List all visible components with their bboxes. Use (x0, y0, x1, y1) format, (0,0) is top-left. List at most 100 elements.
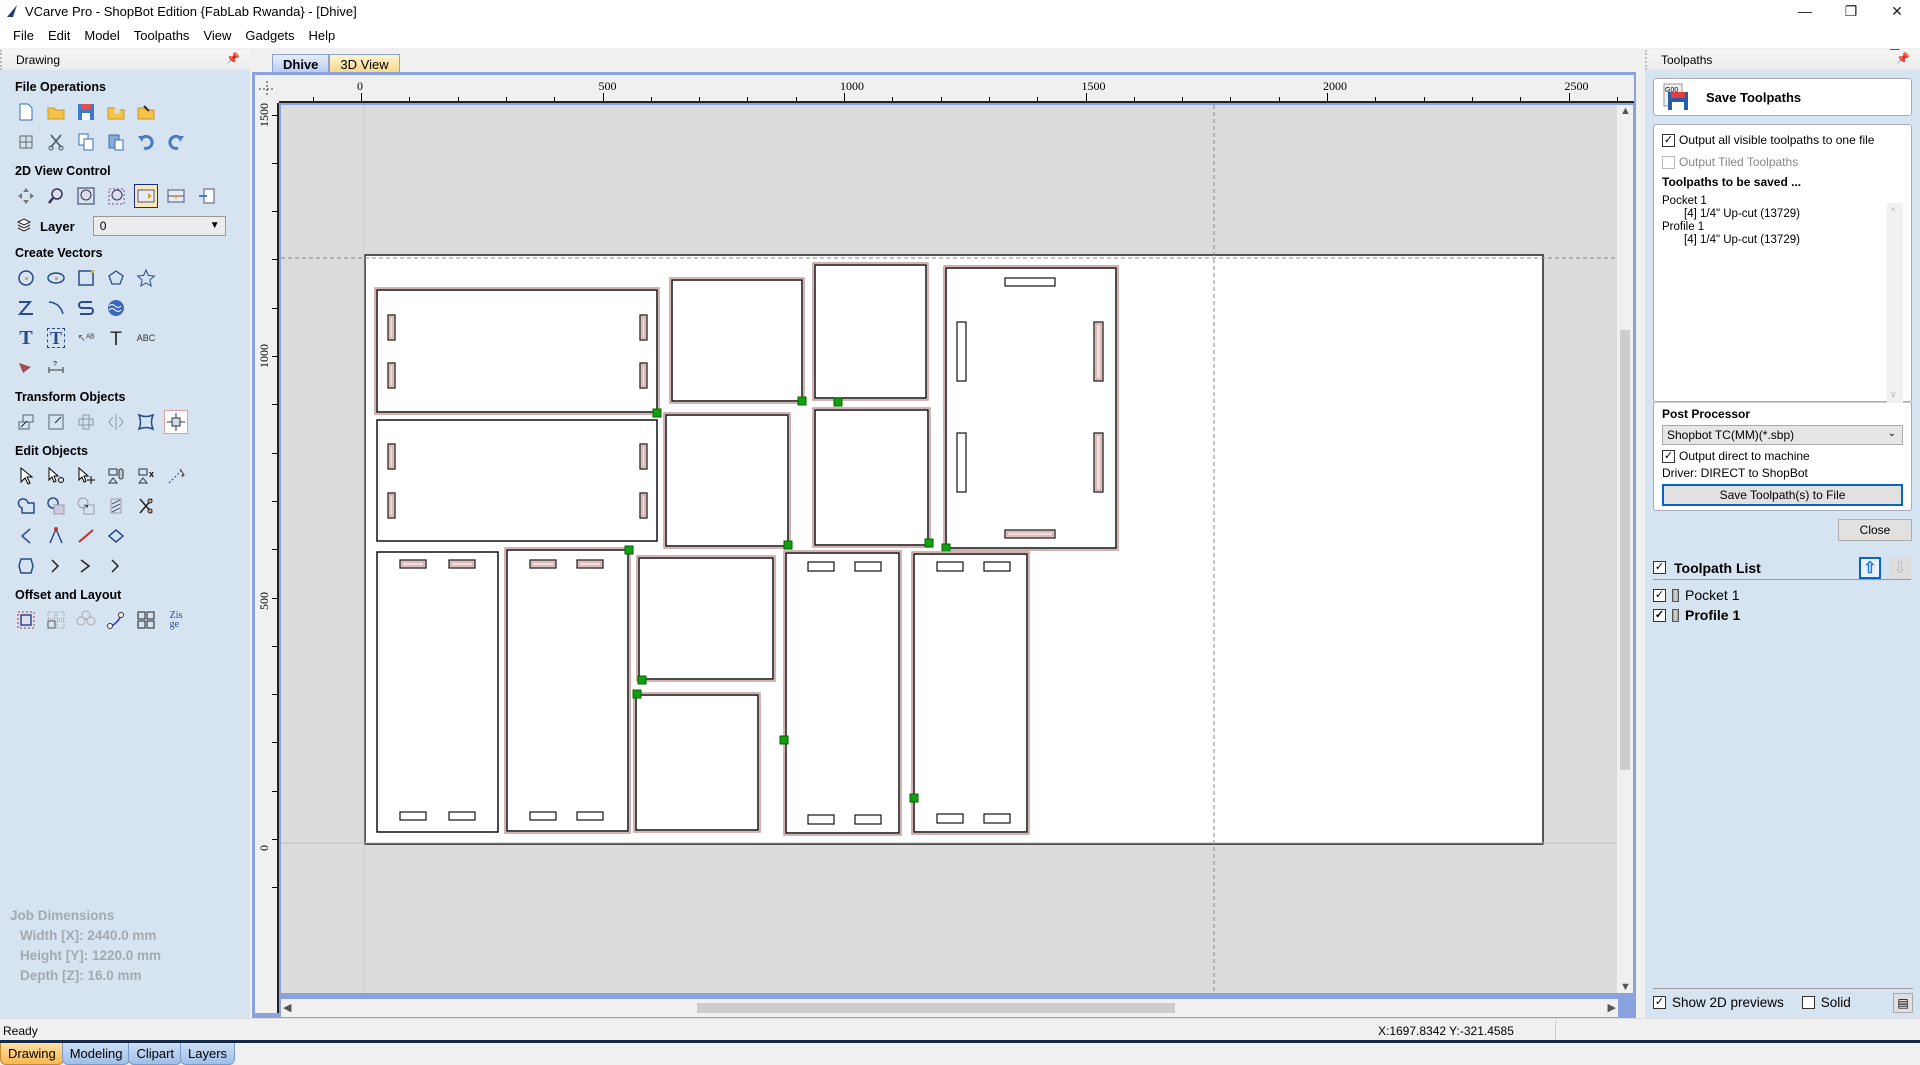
vertical-scrollbar[interactable]: ▲ ▼ (1617, 105, 1633, 993)
draw-polyline-icon[interactable] (14, 296, 38, 320)
new-file-icon[interactable] (14, 100, 38, 124)
fillet-icon[interactable] (104, 494, 128, 518)
design-svg[interactable] (281, 105, 1618, 993)
preview-settings-icon[interactable]: ▤ (1893, 992, 1913, 1013)
text-nesting-icon[interactable]: Zis ge (164, 608, 188, 632)
auto-layout-text-icon[interactable]: T (44, 326, 68, 350)
pan-icon[interactable] (14, 184, 38, 208)
draw-rectangle-icon[interactable] (74, 266, 98, 290)
array-copy-icon[interactable] (44, 608, 68, 632)
set-origin-icon[interactable] (164, 410, 188, 434)
output-all-option[interactable]: ✓ Output all visible toolpaths to one fi… (1662, 129, 1903, 151)
horizontal-scroll-thumb[interactable] (697, 1003, 1175, 1013)
smart-join-icon[interactable] (104, 524, 128, 548)
post-processor-dropdown[interactable]: Shopbot TC(MM)(*.sbp) ⌄ (1662, 425, 1903, 445)
chevron-up-icon[interactable]: ^ (1891, 205, 1895, 218)
draw-curve-icon[interactable] (74, 296, 98, 320)
menu-toolpaths[interactable]: Toolpaths (127, 28, 197, 43)
open-recent-icon[interactable] (104, 100, 128, 124)
layer-dropdown[interactable]: 0 ▼ (92, 216, 226, 236)
draw-arc-icon[interactable] (44, 296, 68, 320)
toggle-panel-icon[interactable] (194, 184, 218, 208)
scroll-left-icon[interactable]: ◀ (283, 1001, 291, 1014)
save-list-scrollbar[interactable]: ^ v (1887, 203, 1903, 403)
create-fillets-icon[interactable] (14, 554, 38, 578)
menu-help[interactable]: Help (302, 28, 343, 43)
toolpath-checkbox[interactable]: ✓ (1653, 608, 1666, 622)
move-down-icon[interactable]: ⇩ (1889, 556, 1911, 579)
scroll-right-icon[interactable]: ▶ (1608, 1001, 1616, 1014)
horizontal-scrollbar[interactable]: ◀ ▶ (281, 999, 1618, 1017)
maximize-button[interactable]: ❐ (1828, 0, 1874, 22)
draw-circle-icon[interactable] (14, 266, 38, 290)
menu-model[interactable]: Model (77, 28, 126, 43)
scroll-up-icon[interactable]: ▲ (1620, 105, 1631, 117)
extend-to-icon[interactable] (74, 554, 98, 578)
chevron-down-icon[interactable]: v (1891, 388, 1896, 401)
menu-edit[interactable]: Edit (41, 28, 77, 43)
text-arc-icon[interactable]: ABC (134, 326, 158, 350)
distort-icon[interactable] (134, 410, 158, 434)
select-all-icon[interactable] (14, 130, 38, 154)
select-pointer-icon[interactable] (14, 464, 38, 488)
node-edit-icon[interactable] (44, 464, 68, 488)
redo-icon[interactable] (164, 130, 188, 154)
measure-icon[interactable]: ? (44, 356, 68, 380)
trim-icon[interactable] (134, 494, 158, 518)
output-direct-option[interactable]: ✓ Output direct to machine (1662, 447, 1903, 465)
move-icon[interactable] (14, 410, 38, 434)
open-file-icon[interactable] (44, 100, 68, 124)
pin-icon[interactable]: 📌 (1896, 52, 1910, 65)
copy-along-vectors-icon[interactable] (104, 608, 128, 632)
pin-icon[interactable]: 📌 (226, 52, 240, 65)
draw-star-icon[interactable] (134, 266, 158, 290)
dimension-tool-icon[interactable] (14, 356, 38, 380)
menu-gadgets[interactable]: Gadgets (238, 28, 301, 43)
text-on-curve-icon[interactable]: ↖ᴬᴮ (74, 326, 98, 350)
zoom-selection-icon[interactable] (104, 184, 128, 208)
toggle-layer-view-icon[interactable] (164, 184, 188, 208)
interactive-transform-icon[interactable] (74, 464, 98, 488)
draw-ellipse-icon[interactable] (44, 266, 68, 290)
scale-icon[interactable] (44, 410, 68, 434)
intersect-icon[interactable] (74, 494, 98, 518)
chamfer-icon[interactable] (44, 554, 68, 578)
close-button[interactable]: ✕ (1874, 0, 1920, 22)
show-previews-checkbox[interactable]: ✓ (1653, 996, 1666, 1009)
tab-3d-view[interactable]: 3D View (329, 54, 400, 72)
vertical-scroll-thumb[interactable] (1620, 330, 1630, 770)
tab-dhive[interactable]: Dhive (272, 54, 330, 72)
minimize-button[interactable]: — (1782, 0, 1828, 22)
undo-icon[interactable] (134, 130, 158, 154)
ungroup-icon[interactable]: x (134, 464, 158, 488)
import-file-icon[interactable] (134, 100, 158, 124)
close-vectors-icon[interactable] (74, 524, 98, 548)
tab-modeling[interactable]: Modeling (61, 1043, 131, 1065)
move-up-icon[interactable]: ⇧ (1859, 556, 1881, 579)
text-adjust-icon[interactable]: Ｔ (104, 326, 128, 350)
mirror-icon[interactable] (104, 410, 128, 434)
toolpath-item-profile[interactable]: ✓ Profile 1 (1653, 607, 1740, 623)
cut-icon[interactable] (44, 130, 68, 154)
solid-checkbox[interactable] (1801, 996, 1815, 1009)
zoom-extents-icon[interactable] (74, 184, 98, 208)
curve-fit-icon[interactable] (164, 464, 188, 488)
ruler-origin-icon[interactable] (255, 75, 279, 103)
draw-text-icon[interactable]: T (14, 326, 38, 350)
copy-icon[interactable] (74, 130, 98, 154)
offset-icon[interactable] (14, 608, 38, 632)
draw-polygon-icon[interactable] (104, 266, 128, 290)
nesting-icon[interactable] (134, 608, 158, 632)
tab-drawing[interactable]: Drawing (0, 1043, 64, 1065)
close-button[interactable]: Close (1838, 519, 1912, 541)
paste-icon[interactable] (104, 130, 128, 154)
menu-view[interactable]: View (196, 28, 238, 43)
toggle-split-view-icon[interactable] (134, 184, 158, 208)
toolpath-checkbox[interactable]: ✓ (1653, 588, 1666, 602)
tab-layers[interactable]: Layers (180, 1043, 236, 1065)
output-all-checkbox[interactable]: ✓ (1662, 133, 1675, 147)
join-vectors-icon[interactable] (44, 524, 68, 548)
toolpath-item-pocket[interactable]: ✓ Pocket 1 (1653, 587, 1739, 603)
drawing-canvas[interactable] (281, 105, 1618, 993)
scroll-down-icon[interactable]: ▼ (1620, 981, 1631, 993)
